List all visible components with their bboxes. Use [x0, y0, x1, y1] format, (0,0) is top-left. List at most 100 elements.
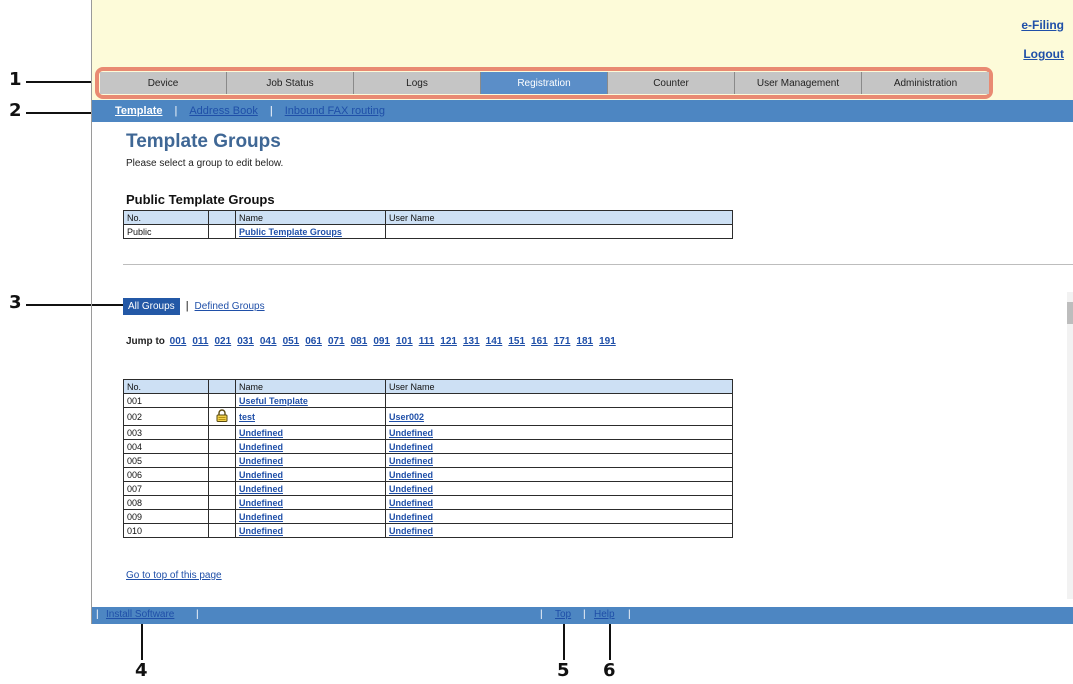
- group-name-link[interactable]: Undefined: [239, 456, 283, 466]
- jump-link-041[interactable]: 041: [260, 336, 277, 347]
- jump-link-141[interactable]: 141: [486, 336, 503, 347]
- group-user-link[interactable]: Undefined: [389, 512, 433, 522]
- group-user-link[interactable]: Undefined: [389, 428, 433, 438]
- col-no-header: No.: [123, 379, 209, 394]
- template-groups-table: No. Name User Name 001 Useful Template 002…: [123, 379, 733, 538]
- vertical-scrollbar[interactable]: [1067, 292, 1073, 599]
- tab-administration[interactable]: Administration: [862, 72, 989, 94]
- group-name-link[interactable]: Undefined: [239, 526, 283, 536]
- jump-link-151[interactable]: 151: [508, 336, 525, 347]
- public-groups-heading: Public Template Groups: [126, 192, 275, 207]
- tab-user-management[interactable]: User Management: [735, 72, 862, 94]
- group-user-link[interactable]: Undefined: [389, 526, 433, 536]
- page-instruction: Please select a group to edit below.: [126, 158, 284, 169]
- subnav-address-book[interactable]: Address Book: [189, 105, 257, 117]
- install-software-link[interactable]: Install Software: [106, 609, 174, 620]
- jump-link-031[interactable]: 031: [237, 336, 254, 347]
- defined-groups-link[interactable]: Defined Groups: [195, 301, 265, 312]
- tab-counter[interactable]: Counter: [608, 72, 735, 94]
- table-header-row: No. Name User Name: [123, 210, 733, 225]
- public-groups-table: No. Name User Name Public Public Templat…: [123, 210, 733, 239]
- group-name-link[interactable]: Undefined: [239, 498, 283, 508]
- lock-cell: [208, 453, 236, 468]
- jump-to-label: Jump to: [126, 336, 165, 347]
- tab-registration[interactable]: Registration: [481, 72, 608, 94]
- group-name-link[interactable]: Undefined: [239, 428, 283, 438]
- table-row: 010 Undefined Undefined: [123, 523, 733, 538]
- go-to-top-link[interactable]: Go to top of this page: [126, 570, 222, 581]
- col-user-header: User Name: [385, 379, 733, 394]
- group-no: 006: [123, 467, 209, 482]
- jump-link-011[interactable]: 011: [192, 336, 208, 347]
- group-name-link[interactable]: test: [239, 412, 255, 422]
- tab-job-status[interactable]: Job Status: [227, 72, 354, 94]
- group-name-link[interactable]: Useful Template: [239, 396, 308, 406]
- footer-separator: |: [96, 609, 99, 620]
- group-user-link[interactable]: Undefined: [389, 456, 433, 466]
- sub-navigation: Template | Address Book | Inbound FAX ro…: [92, 100, 1073, 122]
- group-name-cell: Useful Template: [235, 393, 386, 408]
- subnav-separator: |: [174, 105, 178, 117]
- group-user-cell: User002: [385, 407, 733, 426]
- scrollbar-thumb[interactable]: [1067, 302, 1073, 324]
- group-no: 002: [123, 407, 209, 426]
- subnav-separator: |: [269, 105, 273, 117]
- footer-separator: |: [583, 609, 586, 620]
- group-name-link[interactable]: Undefined: [239, 470, 283, 480]
- subnav-template[interactable]: Template: [115, 105, 162, 117]
- group-no: 007: [123, 481, 209, 496]
- tab-logs[interactable]: Logs: [354, 72, 481, 94]
- group-user-link[interactable]: User002: [389, 412, 424, 422]
- jump-link-091[interactable]: 091: [373, 336, 390, 347]
- jump-link-051[interactable]: 051: [283, 336, 300, 347]
- callout-2: 2: [9, 100, 22, 121]
- group-user-link[interactable]: Undefined: [389, 442, 433, 452]
- jump-link-121[interactable]: 121: [440, 336, 457, 347]
- lock-cell: [208, 481, 236, 496]
- top-link[interactable]: Top: [555, 609, 571, 620]
- all-groups-button[interactable]: All Groups: [123, 297, 180, 315]
- group-user-link[interactable]: Undefined: [389, 498, 433, 508]
- logout-link[interactable]: Logout: [1023, 47, 1064, 61]
- lock-cell: [208, 407, 236, 426]
- group-user-cell: Undefined: [385, 439, 733, 454]
- jump-link-171[interactable]: 171: [554, 336, 571, 347]
- efiling-link[interactable]: e-Filing: [1021, 18, 1064, 32]
- jump-to-bar: Jump to 001 011 021 031 041 051 061 071 081 091 10…: [126, 336, 622, 347]
- public-template-groups-link[interactable]: Public Template Groups: [239, 227, 342, 237]
- jump-link-111[interactable]: 111: [419, 336, 435, 347]
- jump-link-191[interactable]: 191: [599, 336, 616, 347]
- group-user-link[interactable]: Undefined: [389, 484, 433, 494]
- jump-link-181[interactable]: 181: [576, 336, 593, 347]
- tab-device[interactable]: Device: [100, 72, 227, 94]
- lock-cell: [208, 509, 236, 524]
- group-name-cell: Undefined: [235, 439, 386, 454]
- jump-link-021[interactable]: 021: [215, 336, 232, 347]
- col-user-header: User Name: [385, 210, 733, 225]
- group-user-link[interactable]: Undefined: [389, 470, 433, 480]
- table-row: 002 test User002: [123, 407, 733, 426]
- group-name-link[interactable]: Undefined: [239, 512, 283, 522]
- footer-bar: | Install Software | | Top | Help |: [92, 607, 1073, 624]
- jump-link-161[interactable]: 161: [531, 336, 548, 347]
- group-user-cell: Undefined: [385, 481, 733, 496]
- group-name-cell: Undefined: [235, 509, 386, 524]
- callout-6: 6: [603, 660, 616, 681]
- jump-link-071[interactable]: 071: [328, 336, 345, 347]
- browser-page: e-Filing Logout Device Job Status Logs R…: [91, 0, 1073, 624]
- subnav-inbound-fax-routing[interactable]: Inbound FAX routing: [285, 105, 385, 117]
- help-link[interactable]: Help: [594, 609, 615, 620]
- jump-link-131[interactable]: 131: [463, 336, 480, 347]
- group-no: 004: [123, 439, 209, 454]
- group-name-link[interactable]: Undefined: [239, 442, 283, 452]
- jump-link-061[interactable]: 061: [305, 336, 322, 347]
- jump-link-101[interactable]: 101: [396, 336, 413, 347]
- section-divider: [123, 264, 1073, 265]
- group-name-link[interactable]: Undefined: [239, 484, 283, 494]
- lock-cell: [208, 523, 236, 538]
- jump-link-081[interactable]: 081: [351, 336, 368, 347]
- main-tabs: Device Job Status Logs Registration Coun…: [100, 72, 989, 94]
- footer-separator: |: [628, 609, 631, 620]
- group-name-cell: Undefined: [235, 523, 386, 538]
- jump-link-001[interactable]: 001: [170, 336, 187, 347]
